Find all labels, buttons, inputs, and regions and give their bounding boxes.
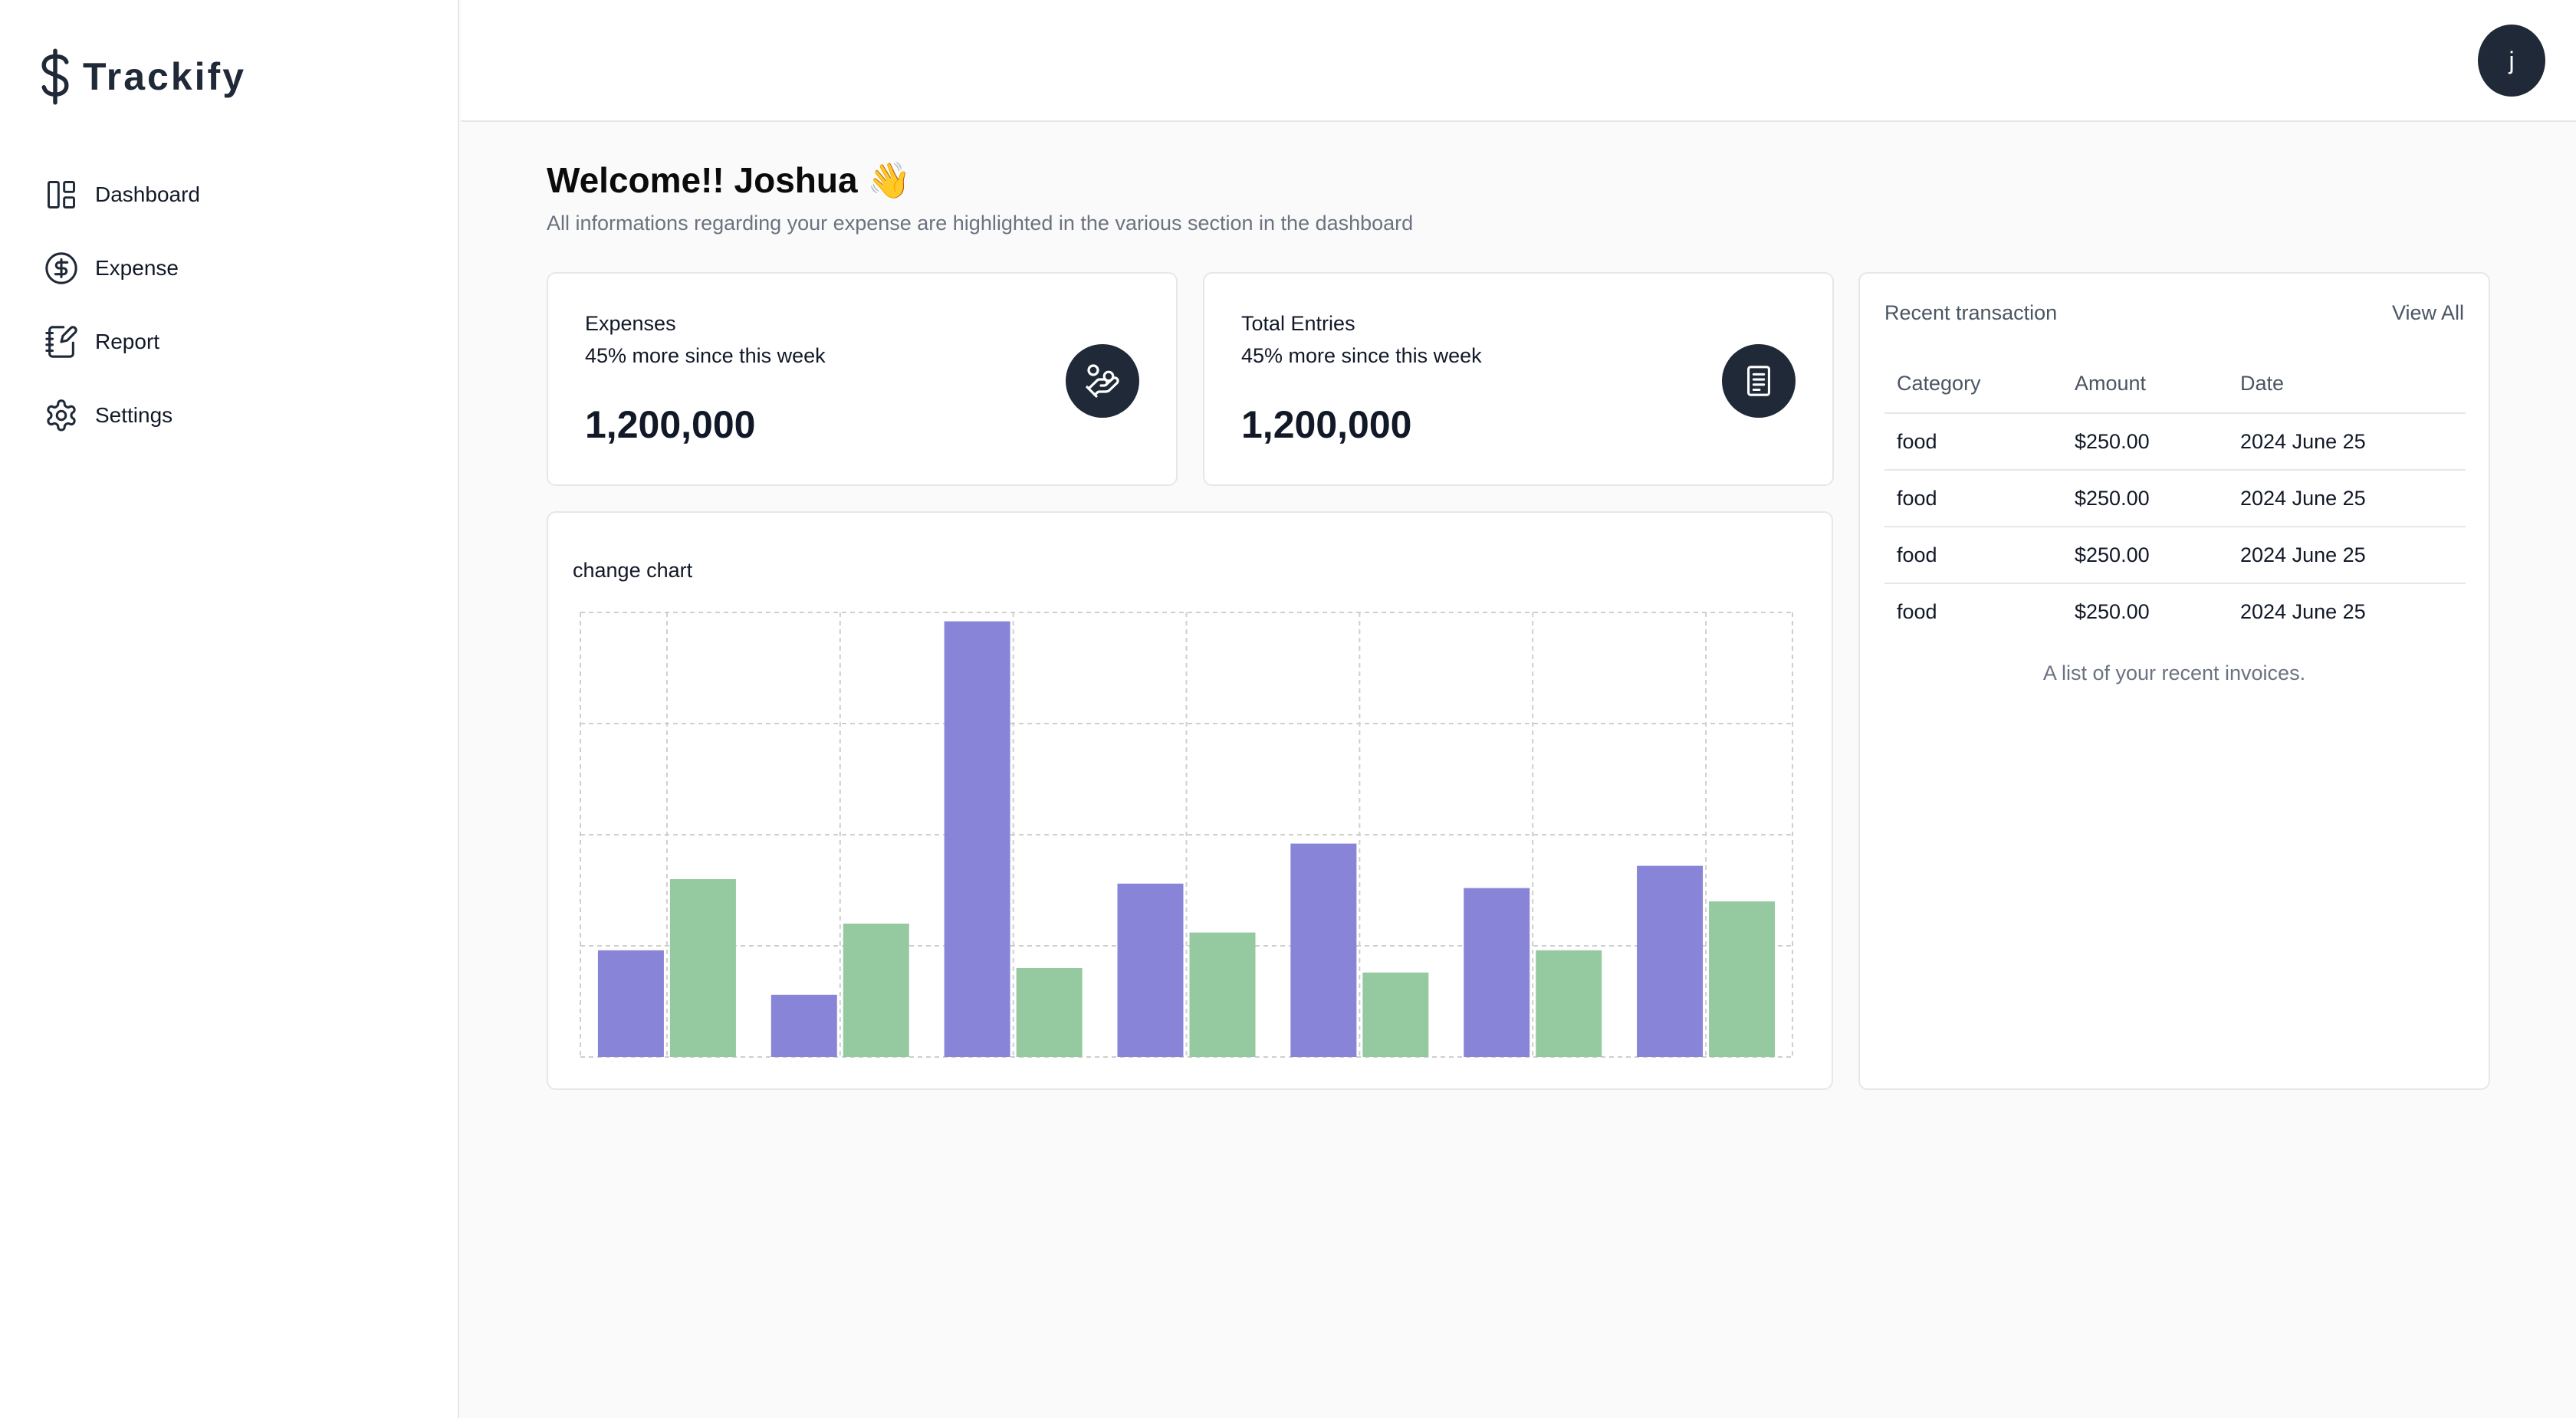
- page-title: Welcome!! Joshua 👋: [547, 160, 912, 200]
- total-entries-card: Total Entries 45% more since this week 1…: [1203, 272, 1834, 486]
- bar-series-2[interactable]: [1709, 901, 1776, 1057]
- recent-transactions-card: Recent transaction View All Category Amo…: [1858, 272, 2490, 1090]
- sidebar-item-label: Dashboard: [95, 182, 200, 206]
- table-cell: food: [1884, 470, 2062, 527]
- table-cell: 2024 June 25: [2240, 600, 2366, 623]
- hand-coins-icon: [1066, 344, 1139, 418]
- sidebar-item-dashboard[interactable]: Dashboard: [43, 175, 200, 215]
- sidebar: Trackify Dashboard Expense Report Settin…: [0, 0, 459, 1418]
- stat-value: 1,200,000: [1241, 403, 1412, 446]
- table-cell: $250.00: [2062, 470, 2228, 527]
- stat-value: 1,200,000: [585, 403, 756, 446]
- table-row[interactable]: food $250.00 2024 June 25: [1884, 583, 2466, 640]
- bar-series-1[interactable]: [1464, 888, 1530, 1057]
- sidebar-item-settings[interactable]: Settings: [43, 396, 200, 435]
- transactions-header: Recent transaction View All: [1884, 301, 2464, 325]
- sidebar-item-expense[interactable]: Expense: [43, 248, 200, 288]
- layout-icon: [43, 176, 80, 213]
- bar-series-1[interactable]: [1637, 865, 1704, 1057]
- stat-title: Expenses: [585, 312, 676, 335]
- column-header: Amount: [2062, 355, 2228, 414]
- column-header: Date: [2228, 355, 2466, 414]
- chart-card: change chart: [547, 511, 1833, 1090]
- table-row[interactable]: food $250.00 2024 June 25: [1884, 470, 2466, 527]
- gear-icon: [43, 397, 80, 434]
- brand-name: Trackify: [83, 55, 247, 98]
- table-cell: food: [1884, 527, 2062, 584]
- page-subtitle: All informations regarding your expense …: [547, 212, 1414, 235]
- dollar-circle-icon: [43, 250, 80, 287]
- stat-change: 45% more since this week: [585, 344, 826, 367]
- bar-series-2[interactable]: [1016, 968, 1083, 1057]
- bar-series-2[interactable]: [1189, 932, 1256, 1057]
- brand-logo[interactable]: Trackify: [35, 48, 246, 106]
- table-cell: $250.00: [2075, 600, 2150, 623]
- bar-series-1[interactable]: [1290, 843, 1357, 1057]
- table-cell: $250.00: [2062, 413, 2228, 471]
- bar-series-1[interactable]: [1117, 883, 1184, 1057]
- table-cell: 2024 June 25: [2228, 527, 2466, 584]
- bar-chart: [580, 612, 1793, 1058]
- table-header-row: Category Amount Date: [1884, 355, 2466, 414]
- stat-title: Total Entries: [1241, 312, 1355, 335]
- table-cell: 2024 June 25: [2228, 413, 2466, 471]
- table-cell: food: [1884, 413, 2062, 471]
- table-row[interactable]: food $250.00 2024 June 25: [1884, 527, 2466, 584]
- expenses-card: Expenses 45% more since this week 1,200,…: [547, 272, 1178, 486]
- notebook-pen-icon: [43, 323, 80, 360]
- receipt-icon: [1722, 344, 1796, 418]
- transactions-title: Recent transaction: [1884, 301, 2058, 324]
- bar-series-1[interactable]: [597, 950, 664, 1057]
- column-header: Category: [1884, 355, 2062, 414]
- bar-series-1[interactable]: [770, 994, 837, 1057]
- transactions-table: Category Amount Date food $250.00 2024 J…: [1884, 355, 2466, 640]
- sidebar-item-report[interactable]: Report: [43, 322, 200, 362]
- avatar[interactable]: j: [2478, 25, 2545, 97]
- bar-series-2[interactable]: [1362, 972, 1429, 1057]
- bar-series-1[interactable]: [944, 621, 1010, 1057]
- bar-series-2[interactable]: [669, 879, 736, 1057]
- topbar: j: [461, 0, 2576, 122]
- table-caption: A list of your recent invoices.: [2042, 661, 2306, 684]
- table-row[interactable]: food $250.00 2024 June 25: [1884, 413, 2466, 471]
- sidebar-item-label: Settings: [95, 403, 173, 427]
- bar-series-2[interactable]: [1536, 950, 1602, 1057]
- stat-change: 45% more since this week: [1241, 344, 1482, 367]
- table-cell: 2024 June 25: [2228, 470, 2466, 527]
- bar-series-2[interactable]: [843, 924, 909, 1057]
- sidebar-item-label: Report: [95, 330, 160, 353]
- table-cell: $250.00: [2062, 527, 2228, 584]
- table-cell: food: [1897, 600, 1937, 623]
- sidebar-item-label: Expense: [95, 256, 179, 280]
- view-all-link[interactable]: View All: [2392, 301, 2464, 325]
- sidebar-nav: Dashboard Expense Report Settings: [43, 175, 200, 469]
- dollar-icon: [41, 48, 69, 105]
